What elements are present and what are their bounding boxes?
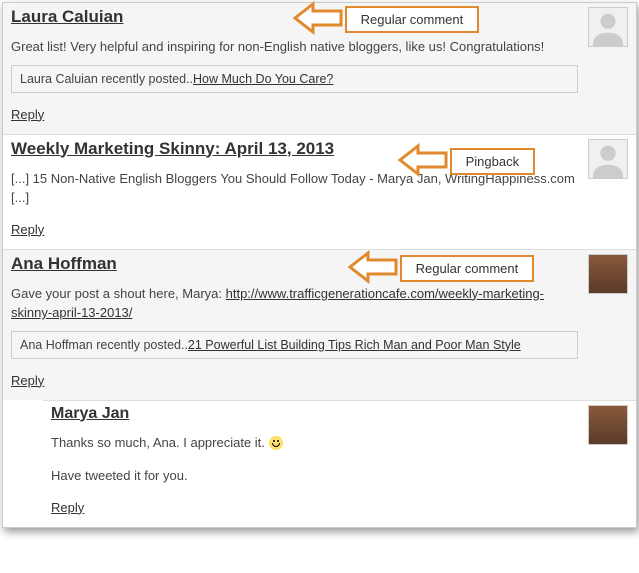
comment-body: [...] 15 Non-Native English Bloggers You… [11,169,628,208]
comment-text: Thanks so much, Ana. I appreciate it. [51,435,269,450]
recent-post-box: Laura Caluian recently posted..How Much … [11,65,578,93]
recent-prefix: Laura Caluian recently posted.. [20,72,193,86]
author-link[interactable]: Ana Hoffman [11,254,117,273]
reply-link[interactable]: Reply [51,500,84,515]
recent-post-link[interactable]: 21 Powerful List Building Tips Rich Man … [188,338,521,352]
comment-item-nested: Marya Jan Thanks so much, Ana. I appreci… [43,400,636,527]
comment-text: Gave your post a shout here, Marya: [11,286,226,301]
avatar [588,139,628,179]
author-link[interactable]: Marya Jan [51,405,129,422]
recent-post-box: Ana Hoffman recently posted..21 Powerful… [11,331,578,359]
avatar [588,7,628,47]
comment-item: Weekly Marketing Skinny: April 13, 2013 … [3,134,636,249]
recent-prefix: Ana Hoffman recently posted.. [20,338,188,352]
author-link[interactable]: Weekly Marketing Skinny: April 13, 2013 [11,139,334,158]
comment-item: Laura Caluian Great list! Very helpful a… [3,3,636,134]
reply-link[interactable]: Reply [11,222,44,237]
comment-text: Have tweeted it for you. [51,468,188,483]
recent-post-link[interactable]: How Much Do You Care? [193,72,333,86]
smile-emoji-icon [269,436,283,450]
avatar [588,254,628,294]
reply-link[interactable]: Reply [11,373,44,388]
comment-thread: Laura Caluian Great list! Very helpful a… [2,2,637,528]
author-link[interactable]: Laura Caluian [11,7,123,26]
comment-body: Great list! Very helpful and inspiring f… [11,37,628,57]
comment-body: Gave your post a shout here, Marya: http… [11,284,628,323]
avatar [588,405,628,445]
reply-link[interactable]: Reply [11,107,44,122]
comment-body: Thanks so much, Ana. I appreciate it. Ha… [51,433,628,486]
comment-item: Ana Hoffman Gave your post a shout here,… [3,249,636,400]
